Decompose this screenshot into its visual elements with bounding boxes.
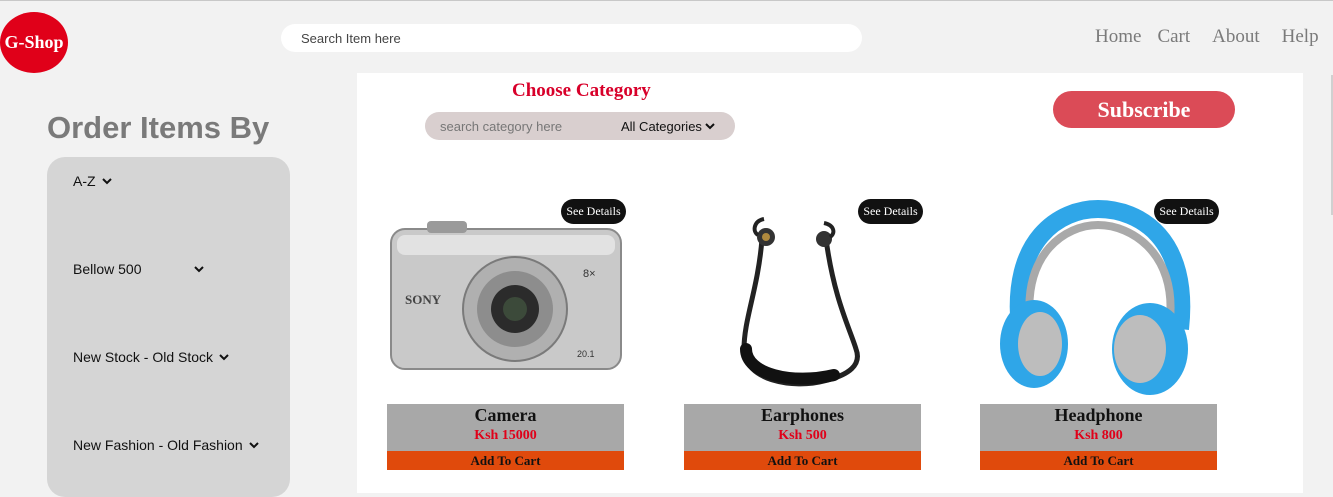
filter-label: Bellow 500 [73, 261, 142, 277]
product-name: Earphones [760, 405, 845, 425]
svg-text:20.1: 20.1 [577, 349, 595, 359]
nav-about-link[interactable]: About [1212, 26, 1260, 48]
product-panel: Choose Category All Categories Subscribe… [357, 73, 1303, 493]
category-bar: All Categories [425, 112, 735, 140]
product-name: Camera [474, 405, 537, 425]
logo-text: G-Shop [4, 32, 64, 52]
top-border [0, 0, 1333, 1]
add-to-cart-button[interactable]: Add To Cart [980, 451, 1217, 470]
subscribe-button[interactable]: Subscribe [1053, 91, 1235, 128]
choose-category-title: Choose Category [512, 80, 651, 101]
see-details-button[interactable]: See Details [858, 199, 923, 224]
add-to-cart-button[interactable]: Add To Cart [684, 451, 921, 470]
order-items-title: Order Items By [47, 110, 270, 145]
product-price: Ksh 15000 [474, 428, 537, 443]
headphone-image[interactable] [980, 199, 1217, 399]
price-below-500-select[interactable]: Bellow 500 [73, 261, 204, 277]
camera-image[interactable]: SONY 8× 20.1 [387, 199, 624, 399]
chevron-down-icon [248, 442, 259, 449]
product-price: Ksh 500 [778, 428, 827, 443]
product-info: Camera Ksh 15000 [387, 404, 624, 451]
category-select[interactable]: All Categories [621, 112, 715, 140]
filter-label: New Fashion - Old Fashion [73, 437, 243, 453]
product-price: Ksh 800 [1074, 428, 1123, 443]
search-input[interactable] [281, 24, 862, 52]
earphones-image[interactable] [684, 199, 921, 399]
product-info: Headphone Ksh 800 [980, 404, 1217, 451]
chevron-down-icon [193, 266, 204, 273]
filter-label: New Stock - Old Stock [73, 349, 214, 365]
category-selected-value: All Categories [621, 118, 702, 134]
filter-label: A-Z [73, 173, 96, 189]
nav-home-link[interactable]: Home [1095, 26, 1141, 48]
sort-az-select[interactable]: A-Z [73, 173, 112, 189]
svg-text:8×: 8× [583, 268, 596, 280]
gshop-logo[interactable]: G-Shop [0, 12, 68, 73]
chevron-down-icon [101, 178, 112, 185]
svg-text:SONY: SONY [405, 292, 442, 307]
top-nav: Home Cart About Help [1095, 26, 1319, 48]
fashion-age-select[interactable]: New Fashion - Old Fashion [73, 437, 259, 453]
product-info: Earphones Ksh 500 [684, 404, 921, 451]
chevron-down-icon [705, 123, 715, 130]
product-name: Headphone [1054, 405, 1143, 425]
see-details-button[interactable]: See Details [1154, 199, 1219, 224]
nav-help-link[interactable]: Help [1282, 26, 1319, 48]
see-details-button[interactable]: See Details [561, 199, 626, 224]
stock-age-select[interactable]: New Stock - Old Stock [73, 349, 229, 365]
category-search-input[interactable] [425, 112, 600, 140]
add-to-cart-button[interactable]: Add To Cart [387, 451, 624, 470]
order-sidebar: A-Z Bellow 500 New Stock - Old Stock New… [47, 157, 290, 497]
nav-cart-link[interactable]: Cart [1157, 26, 1190, 48]
chevron-down-icon [219, 354, 229, 361]
